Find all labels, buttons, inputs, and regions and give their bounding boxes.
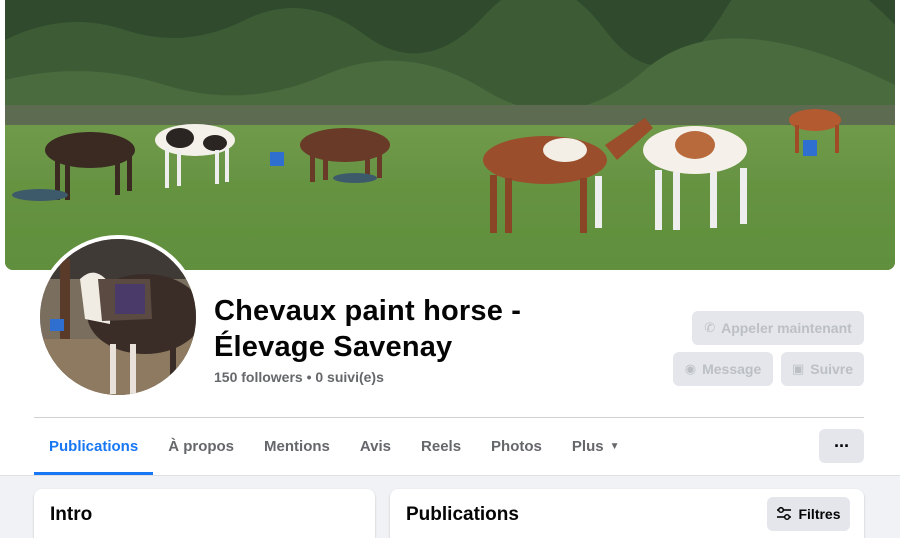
call-now-button[interactable]: ✆ Appeler maintenant: [692, 311, 864, 345]
page-tabs: Publications À propos Mentions Avis Reel…: [34, 418, 634, 475]
intro-card: Intro: [34, 489, 375, 538]
follow-label: Suivre: [810, 361, 854, 377]
follow-button[interactable]: ▣ Suivre: [781, 352, 864, 386]
intro-title: Intro: [50, 504, 93, 525]
follow-icon: ▣: [791, 361, 805, 376]
message-label: Message: [702, 361, 762, 377]
tab-more[interactable]: Plus ▼: [557, 418, 635, 475]
tab-photos[interactable]: Photos: [476, 418, 557, 475]
cover-photo[interactable]: [5, 0, 895, 270]
tab-about[interactable]: À propos: [153, 418, 249, 475]
more-options-button[interactable]: ···: [819, 429, 864, 463]
profile-header: Chevaux paint horse - Élevage Savenay 15…: [0, 0, 900, 476]
tab-reviews[interactable]: Avis: [345, 418, 406, 475]
filters-button[interactable]: Filtres: [767, 497, 850, 531]
tab-mentions[interactable]: Mentions: [249, 418, 345, 475]
publications-card: Publications Filtres: [390, 489, 864, 538]
tab-publications[interactable]: Publications: [34, 418, 154, 475]
sliders-icon: [777, 507, 792, 521]
call-now-label: Appeler maintenant: [721, 320, 852, 336]
phone-icon: ✆: [704, 320, 716, 335]
ellipsis-icon: ···: [834, 435, 850, 456]
tab-reels[interactable]: Reels: [406, 418, 476, 475]
messenger-icon: ◉: [684, 361, 697, 376]
publications-title: Publications: [406, 504, 519, 525]
page-title: Chevaux paint horse - Élevage Savenay: [214, 295, 522, 363]
caret-down-icon: ▼: [609, 441, 620, 452]
follower-stats[interactable]: 150 followers • 0 suivi(e)s: [214, 369, 384, 385]
filters-label: Filtres: [798, 506, 841, 522]
message-button[interactable]: ◉ Message: [673, 352, 773, 386]
profile-picture[interactable]: [36, 235, 200, 399]
